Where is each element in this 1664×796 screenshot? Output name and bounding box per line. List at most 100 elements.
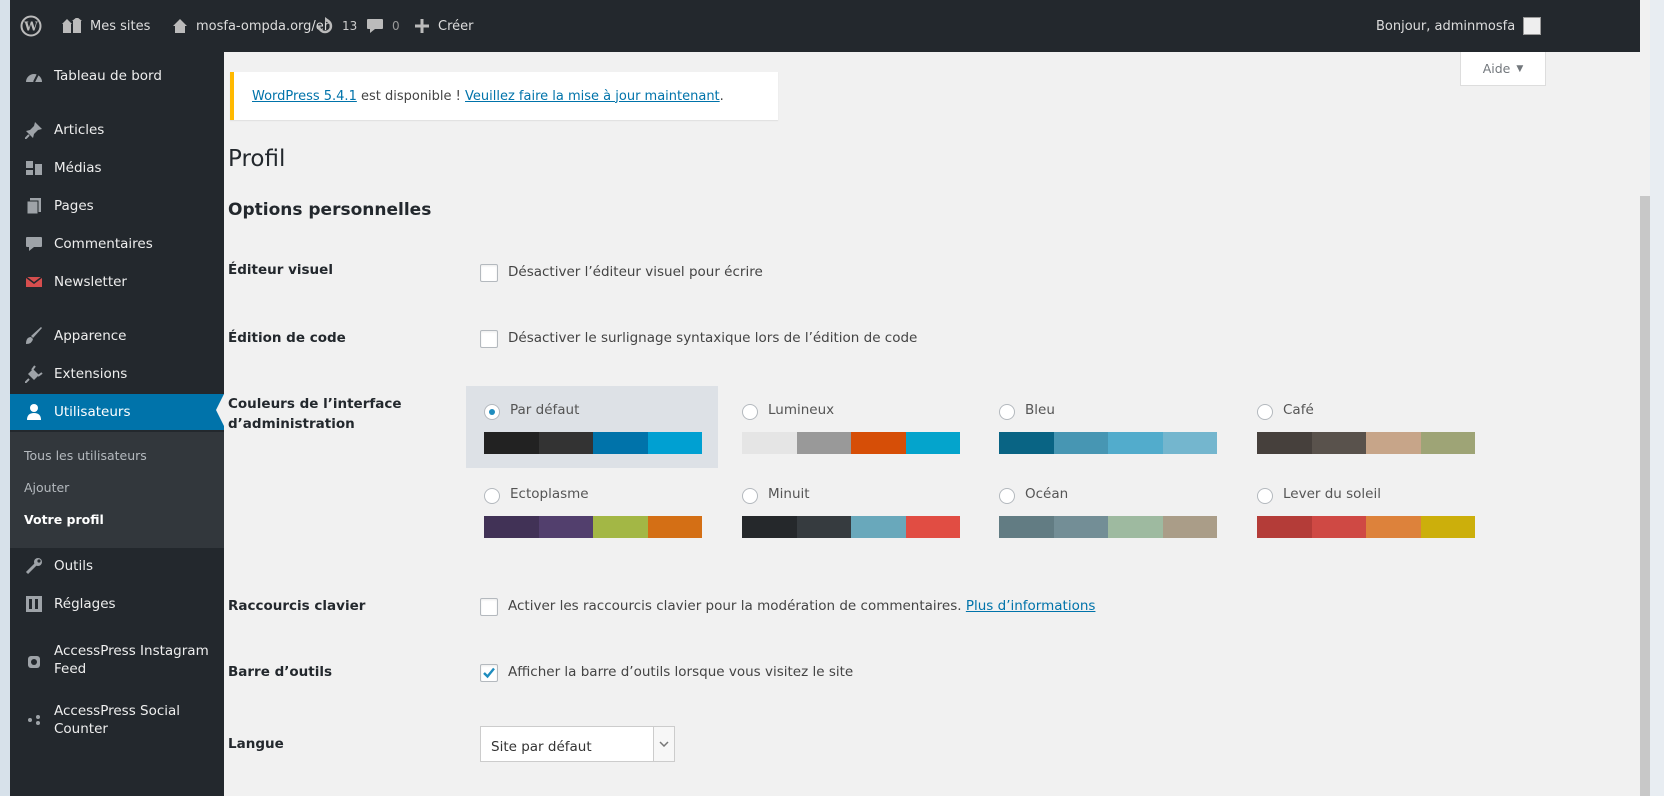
pin-icon: [24, 120, 44, 140]
notice-text: est disponible !: [356, 88, 466, 104]
comment-icon: [24, 234, 44, 254]
color-scheme-radio[interactable]: [742, 488, 758, 504]
color-swatches: [484, 432, 702, 454]
color-scheme-radio[interactable]: [1257, 404, 1273, 420]
color-swatch: [484, 432, 539, 454]
updates-menu[interactable]: 13: [316, 0, 357, 52]
color-scheme-option[interactable]: Café: [1239, 386, 1491, 468]
shortcuts-text: Activer les raccourcis clavier pour la m…: [508, 598, 1095, 614]
color-scheme-option[interactable]: Par défaut: [466, 386, 718, 468]
menu-label: Réglages: [54, 596, 116, 612]
menu-accesspress-instagram[interactable]: AccessPress Instagram Feed: [10, 638, 224, 686]
toolbar-label: Barre d’outils: [228, 664, 332, 680]
new-content-menu[interactable]: Créer: [414, 0, 473, 52]
users-submenu: Tous les utilisateurs Ajouter Votre prof…: [10, 432, 224, 548]
submenu-add-user[interactable]: Ajouter: [24, 480, 69, 495]
comments-icon: [367, 19, 383, 33]
menu-label: Newsletter: [54, 274, 127, 290]
greeting: Bonjour, adminmosfa: [1376, 18, 1516, 34]
avatar: [1523, 17, 1542, 35]
language-label: Langue: [228, 736, 284, 752]
toolbar-checkbox[interactable]: [480, 664, 498, 682]
submenu-all-users[interactable]: Tous les utilisateurs: [24, 448, 147, 463]
menu-medias[interactable]: Médias: [10, 150, 224, 186]
visual-editor-checkbox[interactable]: [480, 264, 498, 282]
color-scheme-radio[interactable]: [484, 404, 500, 420]
triangle-down-icon: ▼: [1516, 63, 1524, 74]
visual-editor-text: Désactiver l’éditeur visuel pour écrire: [508, 264, 763, 280]
color-swatch: [905, 516, 960, 538]
color-scheme-radio[interactable]: [999, 404, 1015, 420]
color-scheme-option[interactable]: Lever du soleil: [1239, 470, 1491, 552]
shortcuts-label: Raccourcis clavier: [228, 598, 366, 614]
my-sites-menu[interactable]: Mes sites: [62, 0, 150, 52]
menu-dashboard[interactable]: Tableau de bord: [10, 58, 224, 94]
wrench-icon: [24, 556, 44, 576]
media-icon: [24, 158, 44, 178]
shortcuts-checkbox[interactable]: [480, 598, 498, 616]
menu-newsletter[interactable]: Newsletter: [10, 264, 224, 300]
site-name-menu[interactable]: mosfa-ompda.org/en: [172, 0, 332, 52]
color-scheme-option[interactable]: Bleu: [981, 386, 1233, 468]
color-swatch: [1257, 432, 1312, 454]
color-swatch: [1420, 516, 1475, 538]
update-now-link[interactable]: Veuillez faire la mise à jour maintenant: [465, 89, 720, 104]
color-scheme-option[interactable]: Lumineux: [724, 386, 976, 468]
menu-label: Outils: [54, 558, 94, 574]
active-menu-arrow: [216, 394, 224, 426]
color-scheme-name: Café: [1283, 402, 1314, 418]
admin-menu: Tableau de bord Articles Médias Pages Co…: [10, 52, 224, 796]
plugin-icon: [24, 364, 44, 384]
my-sites-label: Mes sites: [90, 18, 151, 34]
menu-pages[interactable]: Pages: [10, 188, 224, 224]
my-account-menu[interactable]: Bonjour, adminmosfa: [1376, 0, 1542, 52]
color-scheme-radio[interactable]: [484, 488, 500, 504]
color-swatch: [1366, 432, 1421, 454]
code-editing-checkbox[interactable]: [480, 330, 498, 348]
color-swatch: [742, 516, 797, 538]
color-swatch: [851, 516, 906, 538]
menu-accesspress-social[interactable]: AccessPress Social Counter: [10, 698, 224, 746]
color-swatch: [484, 516, 539, 538]
menu-tools[interactable]: Outils: [10, 548, 224, 584]
browser-window: W Mes sites mosfa-ompda.org/en 13 0 Crée…: [10, 0, 1650, 796]
admin-bar: W Mes sites mosfa-ompda.org/en 13 0 Crée…: [10, 0, 1650, 52]
menu-label: Pages: [54, 198, 94, 214]
color-swatch: [1420, 432, 1475, 454]
color-scheme-radio[interactable]: [1257, 488, 1273, 504]
color-swatches: [999, 516, 1217, 538]
color-scheme-radio[interactable]: [742, 404, 758, 420]
wordpress-version-link[interactable]: WordPress 5.4.1: [252, 89, 357, 104]
color-scheme-option[interactable]: Ectoplasme: [466, 470, 718, 552]
help-tab-button[interactable]: Aide ▼: [1460, 52, 1546, 86]
menu-label: AccessPress Social Counter: [54, 703, 181, 737]
scrollbar-thumb[interactable]: [1640, 196, 1650, 796]
wordpress-logo-icon[interactable]: W: [20, 0, 42, 52]
menu-extensions[interactable]: Extensions: [10, 356, 224, 392]
menu-label: Commentaires: [54, 236, 153, 252]
color-swatches: [484, 516, 702, 538]
visual-editor-label: Éditeur visuel: [228, 262, 333, 278]
menu-users[interactable]: Utilisateurs: [10, 394, 224, 430]
menu-comments[interactable]: Commentaires: [10, 226, 224, 262]
menu-settings[interactable]: Réglages: [10, 586, 224, 622]
submenu-your-profile[interactable]: Votre profil: [24, 512, 104, 527]
update-notice: WordPress 5.4.1 est disponible ! Veuille…: [230, 72, 778, 120]
brush-icon: [24, 326, 44, 346]
more-info-link[interactable]: Plus d’informations: [966, 598, 1096, 614]
menu-appearance[interactable]: Apparence: [10, 318, 224, 354]
menu-label: Apparence: [54, 328, 127, 344]
color-scheme-name: Océan: [1025, 486, 1069, 502]
color-swatch: [1108, 432, 1163, 454]
color-swatch: [1053, 516, 1108, 538]
color-swatches: [742, 516, 960, 538]
menu-articles[interactable]: Articles: [10, 112, 224, 148]
color-scheme-option[interactable]: Minuit: [724, 470, 976, 552]
color-scheme-option[interactable]: Océan: [981, 470, 1233, 552]
color-swatch: [647, 432, 702, 454]
color-swatch: [538, 516, 593, 538]
comments-menu[interactable]: 0: [366, 0, 400, 52]
language-select[interactable]: Site par défaut: [480, 726, 675, 762]
color-scheme-radio[interactable]: [999, 488, 1015, 504]
instagram-icon: [24, 652, 44, 672]
